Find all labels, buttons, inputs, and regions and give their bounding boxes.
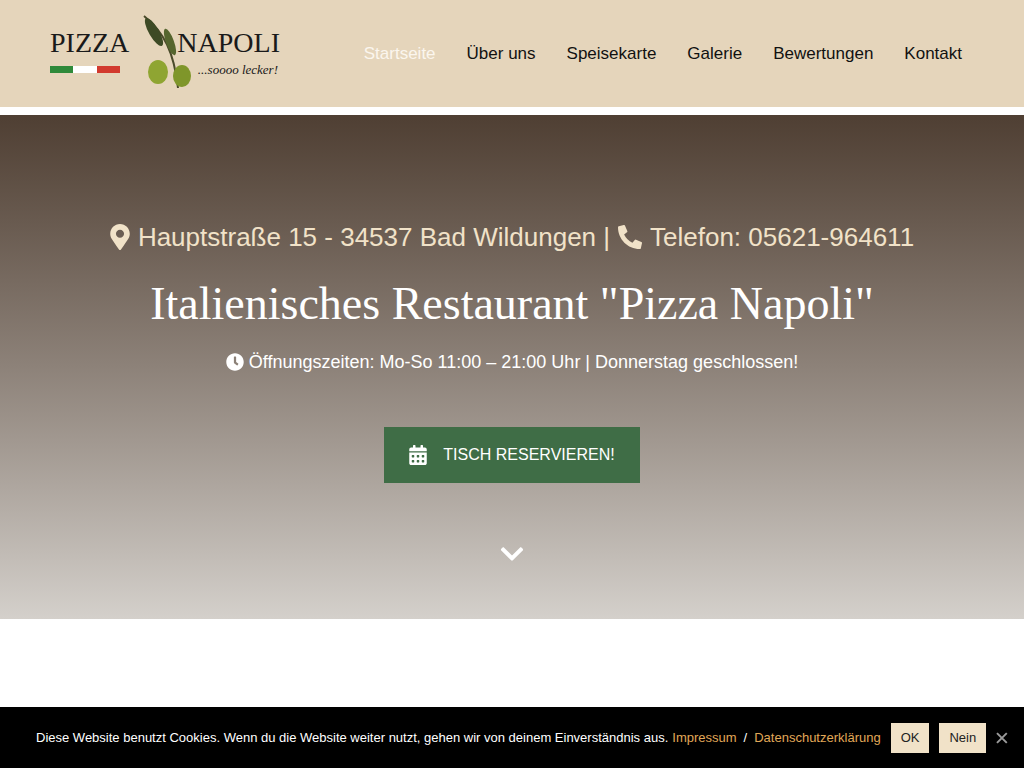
close-icon[interactable] bbox=[996, 732, 1008, 744]
map-marker-icon bbox=[110, 224, 130, 250]
cookie-button[interactable]: OK bbox=[891, 723, 930, 753]
reserve-button[interactable]: TISCH RESERVIEREN! bbox=[384, 427, 639, 483]
logo-title-left: PIZZA bbox=[50, 28, 129, 58]
logo[interactable]: PIZZA NAPOLI...soooo lecker! bbox=[50, 16, 280, 92]
main-nav: Startseite Über uns Speisekarte Galerie Bewe… bbox=[364, 41, 962, 67]
cookie-text: Diese Website benutzt Cookies. Wenn du d… bbox=[36, 728, 668, 748]
page: PIZZA NAPOLI...soooo lecker! Startseite Übe… bbox=[0, 0, 1024, 768]
address: Hauptstraße 15 - 34537 Bad Wildungen | bbox=[138, 222, 610, 252]
nav-item[interactable]: Kontakt bbox=[904, 41, 962, 67]
clock-icon bbox=[226, 353, 244, 371]
hero-title: Italienisches Restaurant "Pizza Napoli" bbox=[150, 278, 874, 330]
opening-hours: Öffnungszeiten: Mo-So 11:00 – 21:00 Uhr … bbox=[226, 350, 798, 374]
imprint-link[interactable]: Impressum bbox=[672, 728, 736, 748]
flag-icon bbox=[50, 66, 120, 73]
logo-tagline: ...soooo lecker! bbox=[198, 60, 278, 80]
nav-item[interactable]: Über uns bbox=[467, 41, 536, 67]
nav-item[interactable]: Galerie bbox=[687, 41, 742, 67]
nav-item[interactable]: Speisekarte bbox=[567, 41, 657, 67]
header: PIZZA NAPOLI...soooo lecker! Startseite Übe… bbox=[0, 0, 1024, 115]
privacy-link[interactable]: Datenschutzerklärung bbox=[754, 728, 880, 748]
scroll-down-icon[interactable] bbox=[492, 541, 532, 567]
nav-item[interactable]: Bewertungen bbox=[773, 41, 873, 67]
link-separator: / bbox=[744, 728, 748, 748]
phone-icon bbox=[618, 225, 642, 249]
nav-item[interactable]: Startseite bbox=[364, 41, 436, 67]
cookie-bar: Diese Website benutzt Cookies. Wenn du d… bbox=[0, 707, 1024, 768]
phone[interactable]: Telefon: 05621-964611 bbox=[650, 222, 914, 252]
logo-title-right: NAPOLI bbox=[177, 28, 280, 58]
calendar-icon bbox=[409, 445, 427, 465]
hero: Hauptstraße 15 - 34537 Bad Wildungen | Te… bbox=[0, 115, 1024, 619]
cookie-button[interactable]: Nein bbox=[939, 723, 986, 753]
contact-line: Hauptstraße 15 - 34537 Bad Wildungen | Te… bbox=[110, 222, 914, 252]
